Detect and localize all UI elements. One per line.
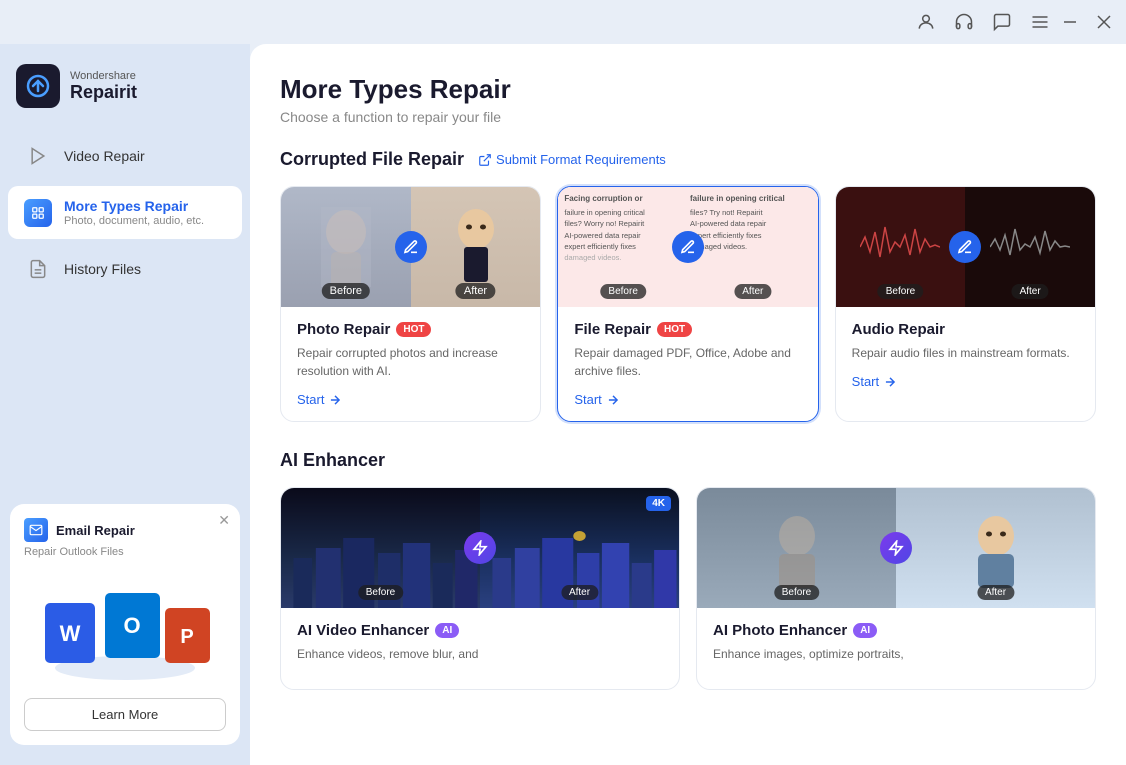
ai-video-enhancer-title-row: AI Video Enhancer AI (297, 622, 663, 639)
file-repair-badge: HOT (657, 322, 692, 337)
ai-photo-enhancer-title-row: AI Photo Enhancer AI (713, 622, 1079, 639)
submit-format-label: Submit Format Requirements (496, 152, 666, 167)
sidebar-item-more-types-repair[interactable]: More Types Repair Photo, document, audio… (8, 186, 242, 239)
photo-repair-body: Photo Repair HOT Repair corrupted photos… (281, 307, 540, 421)
app-body: Wondershare Repairit Video Repair More T (0, 44, 1126, 765)
ai-video-enhancer-card[interactable]: 4K Before After AI Video Enhancer AI (280, 487, 680, 690)
menu-icon[interactable] (1030, 12, 1050, 32)
audio-repair-card[interactable]: Before After Audio Repair Repair audio f… (835, 186, 1096, 422)
ai-video-enhancer-title: AI Video Enhancer (297, 622, 429, 639)
logo-icon (16, 64, 60, 108)
file-repair-start-link[interactable]: Start (574, 392, 801, 407)
file-repair-card[interactable]: Facing corruption or failure in opening … (557, 186, 818, 422)
audio-repair-start-link[interactable]: Start (852, 374, 1079, 389)
file-repair-body: File Repair HOT Repair damaged PDF, Offi… (558, 307, 817, 421)
audio-repair-image: Before After (836, 187, 1095, 307)
ai-photo-enhancer-card[interactable]: Before After AI Photo Enhancer AI Enhanc… (696, 487, 1096, 690)
main-content: More Types Repair Choose a function to r… (250, 44, 1126, 765)
ai-video-enhancer-center-icon (464, 532, 496, 564)
submit-format-requirements-link[interactable]: Submit Format Requirements (478, 152, 666, 167)
ai-photo-enhancer-title: AI Photo Enhancer (713, 622, 847, 639)
page-subtitle: Choose a function to repair your file (280, 109, 1096, 125)
ai-video-enhancer-badge: AI (435, 623, 459, 638)
email-repair-icon (24, 518, 48, 542)
photo-repair-title-row: Photo Repair HOT (297, 321, 524, 338)
audio-repair-body: Audio Repair Repair audio files in mains… (836, 307, 1095, 403)
photo-repair-badge: HOT (396, 322, 431, 337)
sidebar-item-more-types-sub: Photo, document, audio, etc. (64, 215, 204, 227)
svg-text:P: P (180, 626, 193, 648)
more-types-repair-icon (24, 199, 52, 227)
promo-close-button[interactable]: ✕ (218, 512, 230, 529)
photo-repair-before-label: Before (322, 283, 370, 299)
sidebar-item-video-repair-label: Video Repair (64, 148, 145, 164)
photo-repair-title: Photo Repair (297, 321, 390, 338)
file-repair-title-row: File Repair HOT (574, 321, 801, 338)
ai-enhancer-section-header: AI Enhancer (280, 450, 1096, 471)
close-button[interactable] (1094, 12, 1114, 32)
logo-brand: Wondershare (70, 70, 137, 82)
file-repair-image: Facing corruption or failure in opening … (558, 187, 817, 307)
sidebar-item-video-repair[interactable]: Video Repair (8, 130, 242, 182)
ai-video-enhancer-image: 4K Before After (281, 488, 679, 608)
photo-repair-start-label: Start (297, 392, 324, 407)
promo-illustration: W O P (24, 568, 226, 688)
ai-photo-enhancer-badge: AI (853, 623, 877, 638)
ai-video-enhancer-desc: Enhance videos, remove blur, and (297, 645, 663, 663)
ai-photo-enhancer-image: Before After (697, 488, 1095, 608)
photo-repair-image: Before After (281, 187, 540, 307)
photo-repair-card[interactable]: Before After Photo Repair HOT Repair cor… (280, 186, 541, 422)
corrupted-file-repair-section-header: Corrupted File Repair Submit Format Requ… (280, 149, 1096, 170)
minimize-button[interactable] (1060, 12, 1080, 32)
photo-repair-after-label: After (456, 283, 495, 299)
sidebar-item-history-files[interactable]: History Files (8, 243, 242, 295)
page-title: More Types Repair (280, 74, 1096, 105)
sidebar-item-history-files-label: History Files (64, 261, 141, 277)
logo-name: Repairit (70, 82, 137, 103)
video-repair-icon (24, 142, 52, 170)
promo-subtitle: Repair Outlook Files (24, 546, 226, 558)
photo-repair-desc: Repair corrupted photos and increase res… (297, 344, 524, 380)
more-types-repair-text-group: More Types Repair Photo, document, audio… (64, 198, 204, 227)
app-logo: Wondershare Repairit (0, 54, 250, 128)
promo-title: Email Repair (56, 523, 135, 538)
file-repair-title: File Repair (574, 321, 651, 338)
file-repair-start-label: Start (574, 392, 601, 407)
title-bar (0, 0, 1126, 44)
history-files-icon (24, 255, 52, 283)
ai-photo-enhancer-desc: Enhance images, optimize portraits, (713, 645, 1079, 663)
sidebar: Wondershare Repairit Video Repair More T (0, 44, 250, 765)
audio-repair-start-label: Start (852, 374, 879, 389)
corrupted-file-repair-cards: Before After Photo Repair HOT Repair cor… (280, 186, 1096, 422)
promo-header: Email Repair (24, 518, 226, 542)
file-repair-desc: Repair damaged PDF, Office, Adobe and ar… (574, 344, 801, 380)
svg-text:W: W (60, 621, 81, 646)
audio-repair-title-row: Audio Repair (852, 321, 1079, 338)
title-bar-icons (916, 12, 1050, 32)
svg-text:O: O (123, 613, 140, 638)
ai-enhancer-title: AI Enhancer (280, 450, 385, 471)
ai-video-enhancer-body: AI Video Enhancer AI Enhance videos, rem… (281, 608, 679, 689)
title-bar-controls (1060, 12, 1114, 32)
headset-icon[interactable] (954, 12, 974, 32)
chat-icon[interactable] (992, 12, 1012, 32)
logo-text: Wondershare Repairit (70, 70, 137, 103)
ai-enhancer-cards: 4K Before After AI Video Enhancer AI (280, 487, 1096, 690)
sidebar-item-more-types-label: More Types Repair (64, 198, 204, 214)
audio-repair-desc: Repair audio files in mainstream formats… (852, 344, 1079, 362)
photo-repair-start-link[interactable]: Start (297, 392, 524, 407)
ai-photo-enhancer-center-icon (880, 532, 912, 564)
email-repair-promo: ✕ Email Repair Repair Outlook Files (10, 504, 240, 745)
corrupted-file-repair-title: Corrupted File Repair (280, 149, 464, 170)
account-icon[interactable] (916, 12, 936, 32)
ai-photo-enhancer-body: AI Photo Enhancer AI Enhance images, opt… (697, 608, 1095, 689)
audio-repair-title: Audio Repair (852, 321, 945, 338)
learn-more-button[interactable]: Learn More (24, 698, 226, 731)
four-k-badge: 4K (646, 496, 671, 511)
